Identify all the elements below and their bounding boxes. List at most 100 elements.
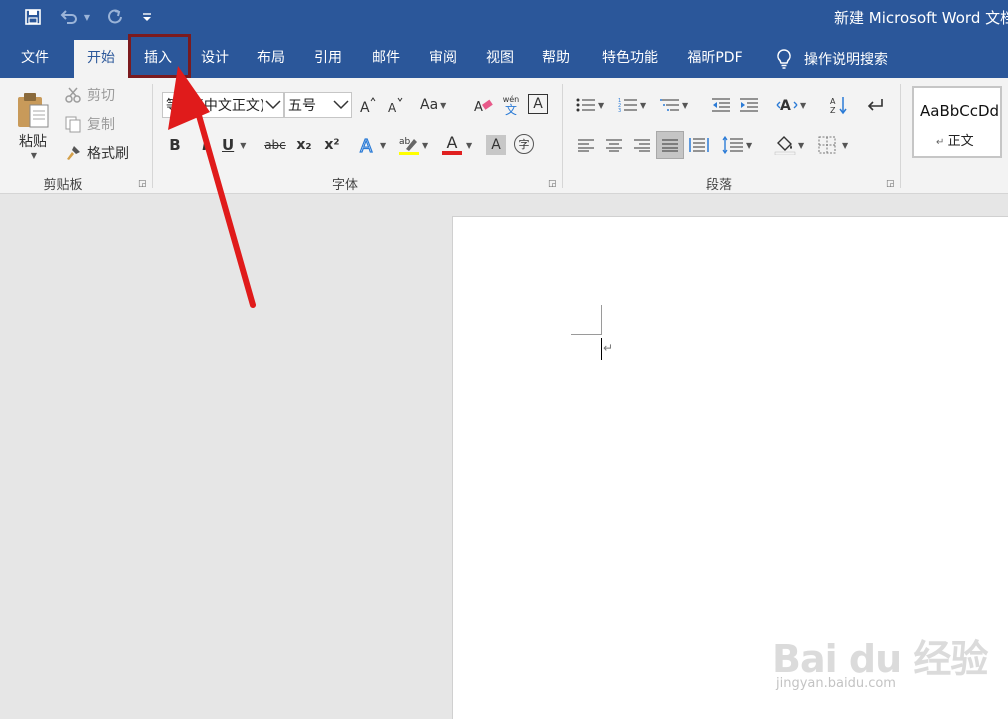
justify-icon[interactable] [656, 131, 684, 159]
tab-layout[interactable]: 布局 [246, 44, 296, 78]
decrease-indent-icon[interactable] [710, 94, 732, 116]
tab-review[interactable]: 审阅 [418, 44, 468, 78]
superscript-button[interactable]: x² [322, 134, 342, 156]
numbering-button[interactable]: 1 2 3 ▼ [618, 94, 646, 116]
svg-text:Z: Z [830, 106, 836, 115]
copy-button[interactable]: 复制 [64, 113, 115, 135]
increase-indent-icon[interactable] [738, 94, 760, 116]
grow-font-icon[interactable]: A [358, 94, 378, 116]
dropdown-caret-icon: ▼ [466, 140, 473, 150]
multilevel-list-icon [660, 99, 679, 111]
subscript-button[interactable]: x₂ [294, 134, 314, 156]
font-color-swatch [442, 151, 462, 155]
clipboard-launcher-icon[interactable]: ◲ [138, 179, 148, 189]
paragraph-launcher-icon[interactable]: ◲ [886, 179, 896, 189]
paragraph-group-label: 段落 [705, 178, 732, 193]
phonetic-guide-button[interactable]: wén 文 [500, 92, 522, 118]
tab-home[interactable]: 开始 [74, 40, 128, 78]
shading-button[interactable]: ▼ [774, 134, 804, 156]
svg-text:A: A [388, 101, 397, 114]
align-center-icon[interactable] [604, 134, 624, 156]
font-size-combo[interactable]: 五号 [284, 92, 352, 118]
line-spacing-button[interactable]: ▼ [722, 134, 752, 156]
tab-help[interactable]: 帮助 [531, 44, 581, 78]
tab-references[interactable]: 引用 [303, 44, 353, 78]
scissors-icon [65, 87, 81, 103]
paste-dropdown-icon: ▼ [30, 150, 38, 160]
tab-mailings[interactable]: 邮件 [360, 44, 412, 78]
redo-icon[interactable] [104, 6, 126, 28]
chinese-layout-button[interactable]: A ▼ [776, 94, 806, 116]
style-sample: AaBbCcDd [920, 102, 1000, 120]
bullets-button[interactable]: ▼ [576, 94, 604, 116]
baidu-watermark-url: jingyan.baidu.com [776, 676, 896, 691]
cut-label: 剪切 [87, 88, 115, 104]
title-bar: ▼ 新建 Microsoft Word 文档 [0, 0, 1008, 36]
chevron-down-icon[interactable] [263, 93, 283, 117]
font-size-value: 五号 [288, 98, 316, 114]
enclose-characters-button[interactable]: 字 [514, 134, 534, 154]
paste-button[interactable]: 粘贴 ▼ [10, 84, 56, 166]
clipboard-paste-icon [18, 92, 49, 127]
clear-formatting-icon[interactable]: A [472, 94, 496, 116]
character-border-button[interactable]: A [528, 94, 548, 114]
copy-icon [65, 116, 81, 133]
baidu-watermark-logo: Bai du 经验 [772, 637, 988, 681]
borders-button[interactable]: ▼ [818, 134, 848, 156]
font-name-value: 等线 (中文正文) [166, 98, 263, 114]
sort-icon[interactable]: AZ [828, 94, 850, 116]
lightbulb-icon [777, 49, 791, 69]
underline-button[interactable]: U ▼ [222, 134, 246, 156]
text-effects-icon: A [359, 135, 373, 155]
undo-icon[interactable] [58, 6, 80, 28]
cut-button[interactable]: 剪切 [64, 84, 115, 106]
change-case-label: Aa [420, 97, 439, 113]
font-launcher-icon[interactable]: ◲ [548, 179, 558, 189]
change-case-button[interactable]: Aa ▼ [420, 94, 446, 116]
tell-me-search[interactable]: 操作说明搜索 [776, 47, 888, 71]
text-effects-button[interactable]: A ▼ [358, 134, 386, 156]
phonetic-guide-bottom: 文 [504, 103, 517, 117]
bullet-list-icon [576, 98, 595, 112]
svg-text:A: A [474, 100, 483, 114]
borders-icon [818, 136, 836, 154]
tab-special-features[interactable]: 特色功能 [592, 44, 668, 78]
format-painter-button[interactable]: 格式刷 [64, 142, 129, 164]
style-name: ↵ 正文 [936, 130, 974, 149]
tell-me-label: 操作说明搜索 [804, 52, 888, 68]
group-divider [900, 84, 901, 188]
strikethrough-button[interactable]: abc [262, 134, 288, 156]
bold-button[interactable]: B [166, 134, 184, 156]
tab-design[interactable]: 设计 [190, 44, 240, 78]
customize-qat-icon[interactable] [140, 6, 154, 28]
tab-foxit-pdf[interactable]: 福昕PDF [678, 44, 752, 78]
align-right-icon[interactable] [632, 134, 652, 156]
svg-text:A: A [360, 136, 373, 155]
align-left-icon[interactable] [576, 134, 596, 156]
line-spacing-icon [722, 136, 743, 154]
font-name-combo[interactable]: 等线 (中文正文) [162, 92, 284, 118]
highlight-color-button[interactable]: ab ▼ [398, 134, 428, 156]
dropdown-caret-icon: ▼ [746, 140, 753, 150]
show-formatting-marks-icon[interactable] [864, 94, 886, 116]
style-normal[interactable]: AaBbCcDd ↵ 正文 [912, 86, 1002, 158]
italic-button[interactable]: I [196, 134, 214, 156]
format-painter-icon [67, 146, 80, 160]
dropdown-caret-icon: ▼ [798, 140, 805, 150]
shrink-font-icon[interactable]: A [385, 94, 405, 116]
font-color-button[interactable]: A ▼ [442, 134, 472, 156]
dropdown-caret-icon: ▼ [682, 100, 689, 110]
distributed-icon[interactable] [688, 134, 710, 156]
character-shading-button[interactable]: A [486, 135, 506, 155]
highlighter-icon: ab [399, 137, 419, 155]
group-divider [152, 84, 153, 188]
copy-label: 复制 [87, 117, 115, 133]
tab-view[interactable]: 视图 [475, 44, 525, 78]
save-icon[interactable] [22, 6, 44, 28]
tab-file[interactable]: 文件 [10, 44, 60, 78]
chevron-down-icon[interactable] [331, 93, 351, 117]
clipboard-group-label: 剪贴板 [43, 178, 83, 193]
multilevel-list-button[interactable]: ▼ [660, 94, 688, 116]
margin-crop-mark [601, 305, 602, 335]
undo-dropdown-icon[interactable]: ▼ [82, 6, 92, 28]
